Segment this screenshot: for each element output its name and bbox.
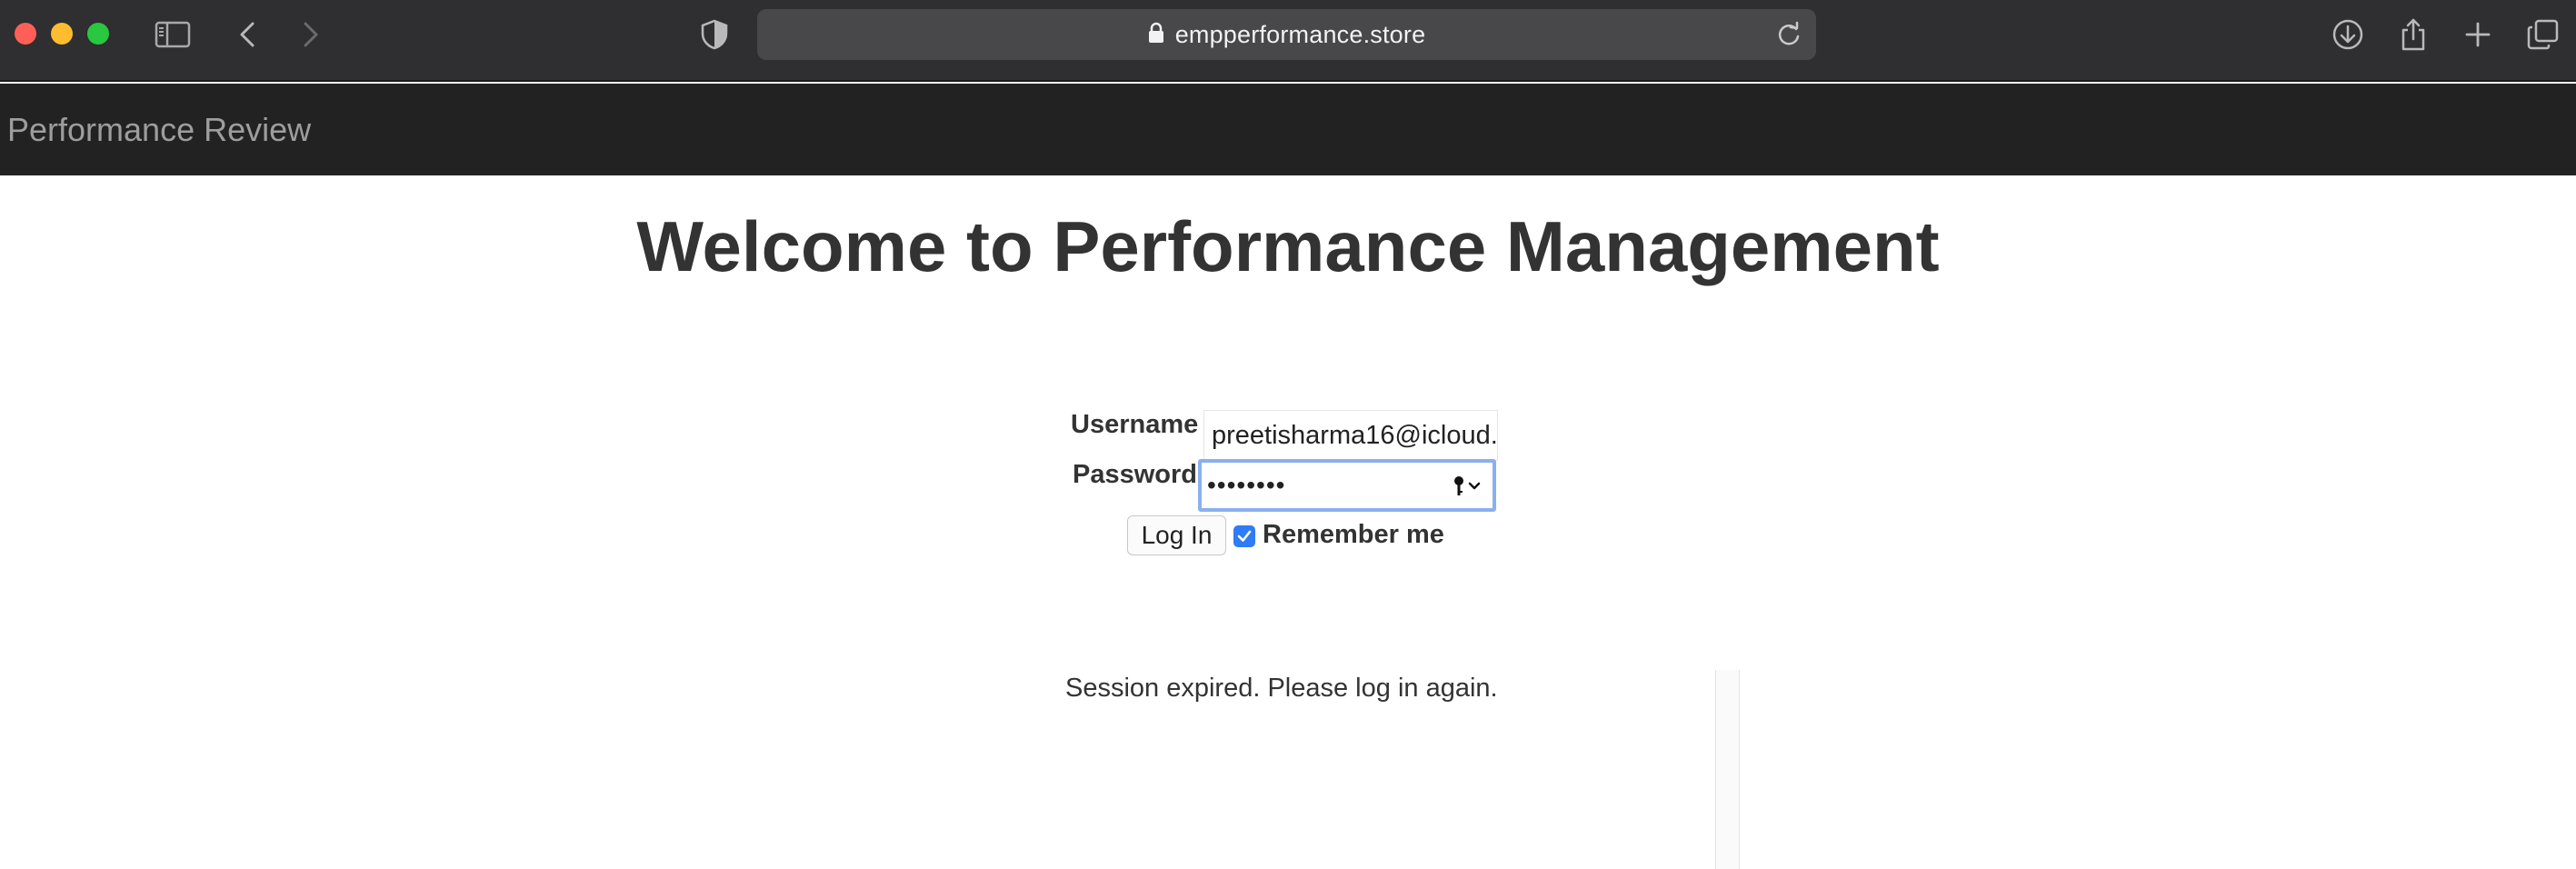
- site-navbar: Performance Review: [0, 84, 2576, 175]
- divider-line: [1715, 670, 1716, 869]
- address-bar[interactable]: empperformance.store: [757, 9, 1816, 60]
- browser-toolbar: empperformance.store: [0, 0, 2576, 82]
- divider-line: [1739, 670, 1740, 869]
- side-panel-edge: [1716, 670, 1739, 869]
- minimize-window-button[interactable]: [51, 23, 73, 45]
- password-value: ••••••••: [1207, 471, 1286, 499]
- forward-icon[interactable]: [291, 15, 331, 55]
- username-row: Username: [1071, 410, 1198, 440]
- password-label: Password: [1073, 460, 1197, 489]
- remember-me-label[interactable]: Remember me: [1263, 520, 1444, 550]
- lock-icon: [1148, 22, 1164, 48]
- login-button[interactable]: Log In: [1127, 515, 1226, 555]
- session-expired-message: Session expired. Please log in again.: [1065, 674, 1498, 703]
- url-text: empperformance.store: [1174, 20, 1426, 48]
- remember-me-checkbox[interactable]: [1233, 525, 1255, 547]
- password-input[interactable]: ••••••••: [1198, 459, 1496, 512]
- plus-icon[interactable]: [2458, 15, 2498, 55]
- username-label: Username: [1071, 410, 1199, 439]
- share-icon[interactable]: [2393, 15, 2433, 55]
- shield-icon[interactable]: [694, 15, 734, 55]
- key-icon[interactable]: [1453, 474, 1483, 504]
- download-icon[interactable]: [2328, 15, 2368, 55]
- back-icon[interactable]: [227, 15, 267, 55]
- page-title-text: Welcome to Performance Management: [636, 206, 1940, 286]
- page-title: Welcome to Performance Management: [0, 205, 2197, 288]
- sidebar-icon[interactable]: [153, 15, 193, 55]
- brand-link[interactable]: Performance Review: [7, 111, 311, 149]
- username-input[interactable]: preetisharma16@icloud.c: [1203, 410, 1498, 461]
- reload-icon[interactable]: [1774, 20, 1803, 49]
- checkmark-icon: [1237, 530, 1252, 542]
- close-window-button[interactable]: [15, 23, 36, 45]
- tabs-overview-icon[interactable]: [2523, 15, 2563, 55]
- zoom-window-button[interactable]: [87, 23, 109, 45]
- password-row: Password: [1073, 460, 1197, 490]
